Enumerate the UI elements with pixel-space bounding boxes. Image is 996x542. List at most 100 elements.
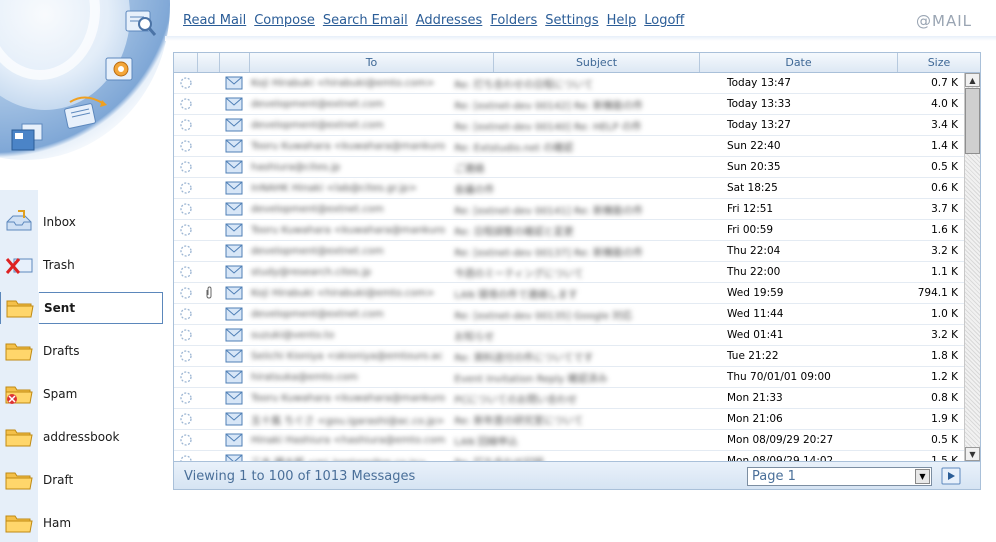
settings-icon[interactable] (104, 54, 136, 82)
nav-logoff[interactable]: Logoff (644, 13, 684, 28)
vertical-scrollbar[interactable]: ▲ ▼ (964, 73, 980, 461)
nav-help[interactable]: Help (607, 13, 637, 28)
message-row[interactable]: Tooru Kuwahara <kuwahara@mankuro Re: Exts… (174, 136, 964, 157)
message-row[interactable]: Hinaki Hashiura <hashiura@emto.com LAN 回線… (174, 430, 964, 451)
flag-icon[interactable] (174, 181, 198, 195)
folder-item-draft[interactable]: Draft (0, 464, 163, 496)
message-subject: ご連絡 (454, 163, 485, 175)
message-row[interactable]: Koji Hirabuki <hirabuki@emto.com> Re: 打ち合… (174, 73, 964, 94)
message-subject: Re: [extnet-dev 00141] Re: 新機能の件 (454, 205, 644, 217)
message-size: 1.6 K (931, 224, 958, 236)
folder-item-ham[interactable]: Ham (0, 507, 163, 539)
header-to[interactable]: To (250, 53, 494, 72)
message-row[interactable]: development@extnet.com Re: [extnet-dev 00… (174, 115, 964, 136)
flag-icon[interactable] (174, 118, 198, 132)
message-size: 3.2 K (931, 329, 958, 341)
flag-icon[interactable] (174, 349, 198, 363)
message-row[interactable]: suzuki@vento.to お知らせ Wed 01:41 3.2 K (174, 325, 964, 346)
message-row[interactable]: 五十嵐 ちぐさ <gou.igarashi@ac.co.jp> Re: 新年度の研… (174, 409, 964, 430)
message-row[interactable]: study@research.cites.jp 今週のミーティングについて Thu … (174, 262, 964, 283)
inbox-icon (0, 206, 38, 238)
message-row[interactable]: Seiichi Kioniya <skioniya@emtouro.ac Re: … (174, 346, 964, 367)
folder-item-inbox[interactable]: Inbox (0, 206, 163, 238)
go-page-button[interactable] (941, 467, 961, 485)
message-subject: 会議の件 (454, 184, 495, 196)
message-date: Today 13:33 (726, 98, 791, 110)
message-to: hashiura@cites.jp (251, 161, 341, 173)
header-icon-col[interactable] (220, 53, 250, 72)
nav-settings[interactable]: Settings (545, 13, 598, 28)
folder-item-addressbook[interactable]: addressbook (0, 421, 163, 453)
envelope-icon (219, 76, 249, 90)
envelope-icon (219, 223, 249, 237)
flag-icon[interactable] (174, 139, 198, 153)
chevron-down-icon[interactable]: ▼ (915, 469, 930, 484)
folder-item-spam[interactable]: Spam (0, 378, 163, 410)
flag-icon[interactable] (174, 160, 198, 174)
message-size: 0.6 K (931, 182, 958, 194)
flag-icon[interactable] (174, 307, 198, 321)
compose-icon[interactable] (64, 96, 107, 129)
message-subject: Re: 日程調整の確認と変更 (454, 226, 574, 238)
message-row[interactable]: 三木 健太郎 <mi_kentaro@re.co.jp>Re: 打ち合わせ記録M… (174, 451, 964, 461)
folder-item-drafts[interactable]: Drafts (0, 335, 163, 367)
flag-icon[interactable] (174, 328, 198, 342)
message-row[interactable]: development@extnet.com Re: [extnet-dev 00… (174, 94, 964, 115)
page-select[interactable]: Page 1 ▼ (747, 467, 932, 486)
message-row[interactable]: Tooru Kuwahara <kuwahara@mankuro PCについてのお… (174, 388, 964, 409)
flag-icon[interactable] (174, 433, 198, 447)
flag-icon[interactable] (174, 391, 198, 405)
message-to: development@extnet.com (251, 119, 384, 131)
flag-icon[interactable] (174, 370, 198, 384)
message-row[interactable]: Tooru Kuwahara <kuwahara@mankuro Re: 日程調整… (174, 220, 964, 241)
message-row[interactable]: hashiura@cites.jp ご連絡 Sun 20:35 0.5 K (174, 157, 964, 178)
folder-label: Sent (44, 301, 76, 315)
folder-item-trash[interactable]: Trash (0, 249, 163, 281)
envelope-icon (219, 307, 249, 321)
header-date[interactable]: Date (700, 53, 898, 72)
flag-icon[interactable] (174, 244, 198, 258)
flag-icon[interactable] (174, 265, 198, 279)
folder-item-sent[interactable]: Sent (0, 292, 163, 324)
header-size[interactable]: Size (898, 53, 980, 72)
header-subject[interactable]: Subject (494, 53, 700, 72)
envelope-icon (219, 118, 249, 132)
flag-icon[interactable] (174, 97, 198, 111)
message-subject: LAN 環境の件で連絡します (454, 289, 578, 301)
nav-search-email[interactable]: Search Email (323, 13, 408, 28)
nav-read-mail[interactable]: Read Mail (183, 13, 246, 28)
flag-icon[interactable] (174, 286, 198, 300)
message-row[interactable]: InNAHK Hinaki <lab@cites.gr.jp> 会議の件 Sat 1… (174, 178, 964, 199)
scroll-thumb[interactable] (965, 88, 980, 154)
flag-icon[interactable] (174, 223, 198, 237)
message-subject: Re: 打ち合わせ記録 (452, 454, 721, 462)
scroll-down-arrow[interactable]: ▼ (965, 447, 980, 461)
message-list-footer: Viewing 1 to 100 of 1013 Messages Page 1… (174, 461, 980, 489)
message-to: Tooru Kuwahara <kuwahara@mankuro (251, 224, 446, 236)
envelope-icon (219, 412, 249, 426)
flag-icon[interactable] (174, 76, 198, 90)
message-row[interactable]: development@extnet.com Re: [extnet-dev 00… (174, 304, 964, 325)
header-flag-col[interactable] (174, 53, 198, 72)
scroll-up-arrow[interactable]: ▲ (965, 73, 980, 87)
read-mail-icon[interactable] (124, 8, 157, 36)
message-row[interactable]: development@extnet.com Re: [extnet-dev 00… (174, 241, 964, 262)
flag-icon[interactable] (174, 412, 198, 426)
message-size: 1.0 K (931, 308, 958, 320)
message-row[interactable]: Koji Hirabuki <hirabuki@emto.com> LAN 環境の… (174, 283, 964, 304)
folders-icon[interactable] (10, 122, 43, 151)
nav-folders[interactable]: Folders (490, 13, 537, 28)
trash-icon (0, 249, 38, 281)
envelope-icon (219, 265, 249, 279)
header-attachment-col[interactable] (198, 53, 220, 72)
nav-compose[interactable]: Compose (254, 13, 315, 28)
message-row[interactable]: hiratsuka@emto.com Event Invitation Reply… (174, 367, 964, 388)
message-size: 0.7 K (931, 77, 958, 89)
flag-icon[interactable] (174, 202, 198, 216)
folder-label: Drafts (43, 344, 80, 358)
nav-addresses[interactable]: Addresses (416, 13, 483, 28)
message-to: 三木 健太郎 <mi_kentaro@re.co.jp> (249, 454, 452, 462)
message-size: 794.1 K (917, 287, 958, 299)
flag-icon[interactable] (174, 454, 198, 461)
message-row[interactable]: development@extnet.com Re: [extnet-dev 00… (174, 199, 964, 220)
